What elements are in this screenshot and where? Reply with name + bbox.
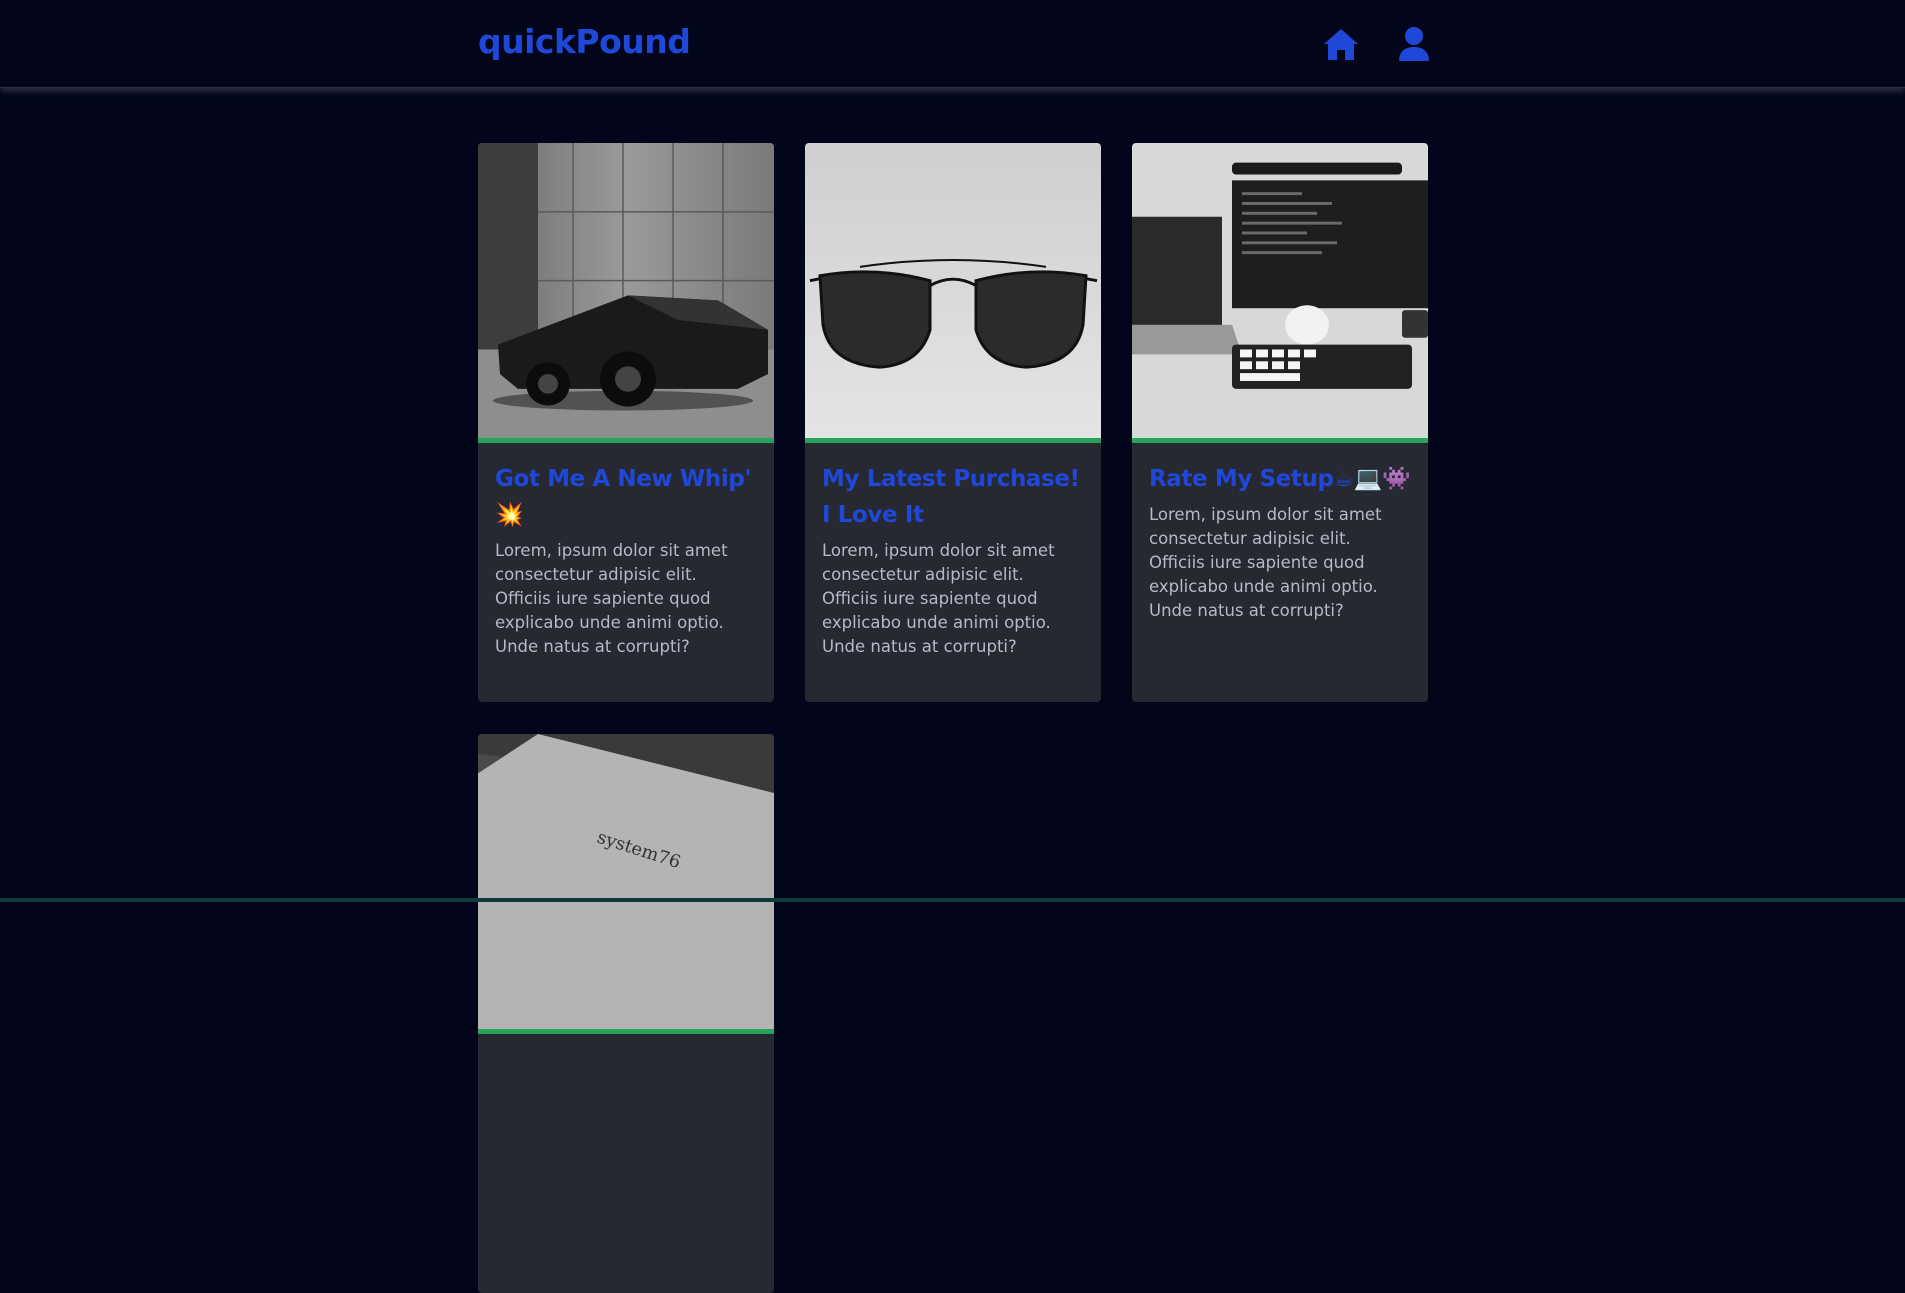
post-card[interactable]: Rate My Setup☕💻👾 Lorem, ipsum dolor sit … <box>1132 143 1428 702</box>
post-card[interactable]: system76 <box>478 734 774 1293</box>
post-excerpt: Lorem, ipsum dolor sit amet consectetur … <box>822 541 1055 656</box>
car-photo <box>478 143 774 443</box>
post-excerpt: Lorem, ipsum dolor sit amet consectetur … <box>1149 505 1382 620</box>
post-card[interactable]: My Latest Purchase! I Love It Lorem, ips… <box>805 143 1101 702</box>
post-title[interactable]: My Latest Purchase! I Love It <box>822 461 1084 533</box>
home-icon[interactable] <box>1321 24 1361 64</box>
brand-logo[interactable]: quickPound <box>478 22 691 61</box>
post-card[interactable]: Got Me A New Whip' 💥 Lorem, ipsum dolor … <box>478 143 774 702</box>
sunglasses-photo <box>805 143 1101 443</box>
laptop-photo: system76 <box>478 734 774 1034</box>
post-excerpt: Lorem, ipsum dolor sit amet consectetur … <box>495 541 728 656</box>
user-icon[interactable] <box>1394 24 1434 64</box>
desk-setup-photo <box>1132 143 1428 443</box>
page-bottom-edge <box>0 898 1905 902</box>
post-title[interactable]: Got Me A New Whip' 💥 <box>495 461 757 533</box>
top-navbar: quickPound <box>0 0 1905 88</box>
post-title[interactable]: Rate My Setup☕💻👾 <box>1149 461 1411 497</box>
